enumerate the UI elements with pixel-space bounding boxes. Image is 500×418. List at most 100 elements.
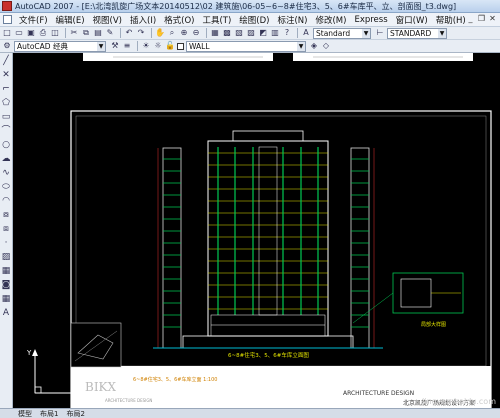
chevron-down-icon: ▼ xyxy=(297,41,305,51)
make-block-icon[interactable]: ⧈ xyxy=(1,224,11,234)
design-label: ARCHITECTURE DESIGN xyxy=(343,390,414,397)
new-file-icon[interactable]: □ xyxy=(2,28,12,38)
redo-icon[interactable]: ↷ xyxy=(136,28,146,38)
preview-icon[interactable]: ◫ xyxy=(50,28,60,38)
line-icon[interactable]: ╱ xyxy=(1,56,11,66)
text-style-select[interactable]: Standard ▼ xyxy=(313,27,371,39)
revision-cloud-icon[interactable]: ☁ xyxy=(1,154,11,164)
copy-icon[interactable]: ⧉ xyxy=(81,28,91,38)
menu-draw[interactable]: 绘图(D) xyxy=(235,14,273,26)
design-center-icon[interactable]: ▩ xyxy=(222,28,232,38)
layout-tabs-bar: 模型 布局1 布局2 xyxy=(0,408,500,418)
title-bar: AutoCAD 2007 - [E:\北湾凯旋广场文本20140512\02 建… xyxy=(0,0,500,13)
menu-edit[interactable]: 编辑(E) xyxy=(52,14,89,26)
layer-value: WALL xyxy=(189,41,210,51)
spline-icon[interactable]: ∿ xyxy=(1,168,11,178)
chevron-down-icon: ▼ xyxy=(362,28,370,38)
draw-toolbar: ╱ ✕ ⌐ ⬠ ▭ ⌒ ○ ☁ ∿ ⬭ ◠ ⧇ ⧈ · ▨ ▦ ◙ ▦ A xyxy=(0,53,13,408)
text-style-icon: A xyxy=(303,28,309,37)
layer-previous-icon[interactable]: ◇ xyxy=(321,41,331,51)
undo-icon[interactable]: ↶ xyxy=(124,28,134,38)
point-icon[interactable]: · xyxy=(1,238,11,248)
minimize-icon[interactable]: _ xyxy=(465,14,476,24)
gradient-icon[interactable]: ▦ xyxy=(1,266,11,276)
lightbulb-icon[interactable]: ☀ xyxy=(141,41,151,51)
tower-elevation xyxy=(153,130,383,349)
help-icon[interactable]: ? xyxy=(282,28,292,38)
tab-layout1[interactable]: 布局1 xyxy=(36,409,62,418)
layers-toolbar: ⚙ AutoCAD 经典 ▼ ⚒ ≡ ☀ ☼ 🔓 WALL ▼ ◈ ◇ xyxy=(0,40,500,53)
markup-icon[interactable]: ◩ xyxy=(258,28,268,38)
polygon-icon[interactable]: ⬠ xyxy=(1,98,11,108)
menu-tools[interactable]: 工具(T) xyxy=(198,14,235,26)
circle-icon[interactable]: ○ xyxy=(1,140,11,150)
sheet-frame xyxy=(70,110,492,408)
restore-icon[interactable]: ❐ xyxy=(476,14,487,24)
print-icon[interactable]: ⎙ xyxy=(38,28,48,38)
calculator-icon[interactable]: ▥ xyxy=(270,28,280,38)
side-elevation-left xyxy=(157,147,182,349)
multiline-text-icon[interactable]: A xyxy=(1,308,11,318)
dim-style-value: STANDARD xyxy=(390,28,432,38)
dim-style-icon: ⊢ xyxy=(376,28,384,37)
watermark-text: jingyan.baidu.com xyxy=(422,397,496,406)
open-file-icon[interactable]: ▭ xyxy=(14,28,24,38)
menu-view[interactable]: 视图(V) xyxy=(89,14,126,26)
ucs-x-label: X xyxy=(75,397,80,405)
color-swatch-icon[interactable] xyxy=(177,42,184,50)
menu-express[interactable]: Express xyxy=(350,15,391,25)
window-title: AutoCAD 2007 - [E:\北湾凯旋广场文本20140512\02 建… xyxy=(15,1,457,11)
site-plan-thumbnail xyxy=(70,322,122,368)
arc-icon[interactable]: ⌒ xyxy=(1,126,11,136)
ellipse-arc-icon[interactable]: ◠ xyxy=(1,196,11,206)
ellipse-icon[interactable]: ⬭ xyxy=(1,182,11,192)
polyline-icon[interactable]: ⌐ xyxy=(1,84,11,94)
match-properties-icon[interactable]: ✎ xyxy=(105,28,115,38)
menu-modify[interactable]: 修改(M) xyxy=(311,14,350,26)
tab-layout2[interactable]: 布局2 xyxy=(62,409,88,418)
table-icon[interactable]: ▦ xyxy=(1,294,11,304)
hatch-icon[interactable]: ▨ xyxy=(1,252,11,262)
pan-icon[interactable]: ✋ xyxy=(155,28,165,38)
menu-window[interactable]: 窗口(W) xyxy=(392,14,432,26)
construction-line-icon[interactable]: ✕ xyxy=(1,70,11,80)
menu-file[interactable]: 文件(F) xyxy=(15,14,52,26)
menu-insert[interactable]: 插入(I) xyxy=(126,14,160,26)
tab-model[interactable]: 模型 xyxy=(14,409,36,418)
lock-icon[interactable]: 🔓 xyxy=(165,41,175,51)
properties-icon[interactable]: ▦ xyxy=(210,28,220,38)
layer-manager-icon[interactable]: ≡ xyxy=(122,41,132,51)
dim-style-select[interactable]: STANDARD ▼ xyxy=(387,27,447,39)
ucs-y-label: Y xyxy=(26,349,32,357)
drawing-canvas[interactable]: 局部大样图 6~8#住宅3、5、6#车库立面图 BIKX 6~8#住宅3、5、6… xyxy=(13,53,500,408)
sun-icon[interactable]: ☼ xyxy=(153,41,163,51)
document-icon[interactable] xyxy=(3,15,12,24)
autocad-app-icon[interactable] xyxy=(2,1,12,11)
menu-format[interactable]: 格式(O) xyxy=(160,14,198,26)
chevron-down-icon: ▼ xyxy=(97,41,105,51)
workspace-value: AutoCAD 经典 xyxy=(17,41,68,51)
menu-bar: 文件(F) 编辑(E) 视图(V) 插入(I) 格式(O) 工具(T) 绘图(D… xyxy=(0,13,500,27)
save-icon[interactable]: ▣ xyxy=(26,28,36,38)
document-window-buttons: _ ❐ ✕ xyxy=(465,14,498,24)
insert-block-icon[interactable]: ⧇ xyxy=(1,210,11,220)
zoom-realtime-icon[interactable]: ⌕ xyxy=(167,28,177,38)
rectangle-icon[interactable]: ▭ xyxy=(1,112,11,122)
menu-dimension[interactable]: 标注(N) xyxy=(273,14,311,26)
cut-icon[interactable]: ✂ xyxy=(69,28,79,38)
layer-select[interactable]: WALL ▼ xyxy=(186,40,306,52)
close-icon[interactable]: ✕ xyxy=(487,14,498,24)
standard-toolbar: □ ▭ ▣ ⎙ ◫ ✂ ⧉ ▤ ✎ ↶ ↷ ✋ ⌕ ⊕ ⊖ ▦ ▩ ▧ ▨ ◩ … xyxy=(0,27,500,40)
region-icon[interactable]: ◙ xyxy=(1,280,11,290)
workspace-settings-icon[interactable]: ⚒ xyxy=(110,41,120,51)
make-current-layer-icon[interactable]: ◈ xyxy=(309,41,319,51)
drawing-svg: 局部大样图 6~8#住宅3、5、6#车库立面图 BIKX 6~8#住宅3、5、6… xyxy=(26,53,492,408)
paste-icon[interactable]: ▤ xyxy=(93,28,103,38)
workspace-select[interactable]: AutoCAD 经典 ▼ xyxy=(14,40,106,52)
tool-palettes-icon[interactable]: ▧ xyxy=(234,28,244,38)
zoom-previous-icon[interactable]: ⊖ xyxy=(191,28,201,38)
zoom-window-icon[interactable]: ⊕ xyxy=(179,28,189,38)
sheet-set-icon[interactable]: ▨ xyxy=(246,28,256,38)
side-elevation-right xyxy=(350,147,375,349)
workspace-icon: ⚙ xyxy=(3,41,11,50)
